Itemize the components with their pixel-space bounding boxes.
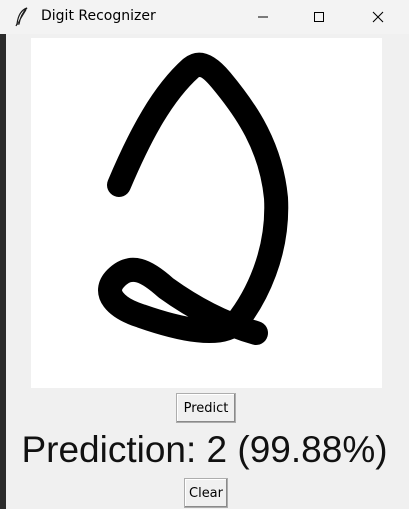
title-bar[interactable]: Digit Recognizer (0, 0, 409, 34)
maximize-button[interactable] (296, 0, 342, 34)
clear-button[interactable]: Clear (184, 478, 228, 508)
handwritten-digit-stroke (98, 52, 289, 345)
drawing-canvas[interactable] (31, 38, 382, 388)
app-window: Digit Recognizer Predict Prediction: 2 (… (0, 0, 409, 509)
predict-button[interactable]: Predict (176, 393, 236, 423)
minimize-button[interactable] (240, 0, 286, 34)
feather-icon (14, 7, 32, 27)
window-title: Digit Recognizer (41, 8, 156, 24)
close-button[interactable] (355, 0, 401, 34)
maximize-icon (313, 8, 325, 27)
minimize-icon (257, 8, 269, 27)
close-icon (372, 8, 384, 27)
prediction-result: Prediction: 2 (99.88%) (21, 429, 388, 470)
